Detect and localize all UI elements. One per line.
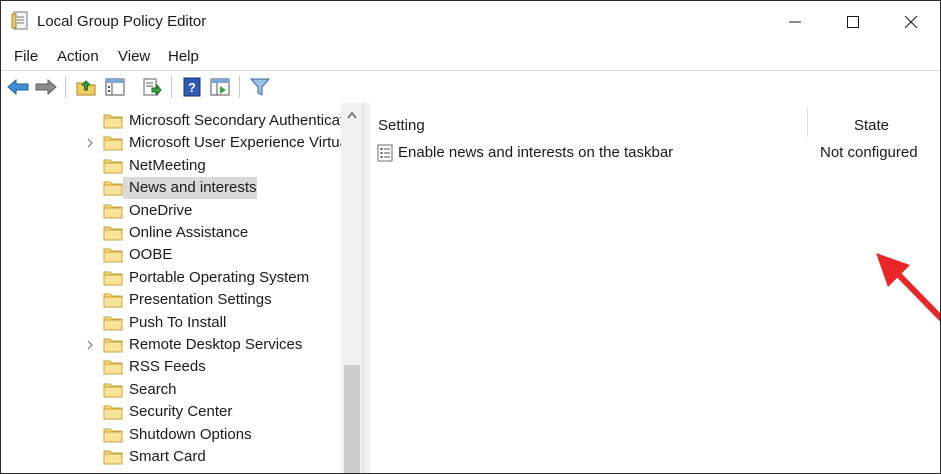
title-bar: Local Group Policy Editor — [1, 1, 940, 43]
tree-item[interactable]: OOBE — [1, 244, 341, 266]
folder-icon — [103, 450, 123, 465]
tree-item-label: OOBE — [129, 246, 173, 264]
folder-icon — [103, 360, 123, 375]
tree-item[interactable]: Microsoft Secondary Authenticat — [1, 110, 345, 132]
folder-icon — [103, 293, 123, 308]
filter-icon — [250, 78, 270, 96]
toolbar: ? — [1, 70, 940, 104]
tree-item-label: Push To Install — [129, 313, 227, 331]
menu-help[interactable]: Help — [168, 48, 199, 65]
forward-button[interactable] — [35, 77, 57, 97]
minimize-button[interactable] — [765, 1, 825, 43]
policy-editor-icon — [11, 11, 28, 30]
back-button[interactable] — [7, 77, 29, 97]
help-icon: ? — [183, 77, 201, 97]
menu-file[interactable]: File — [14, 48, 38, 65]
tree-item-label: Microsoft User Experience Virtua — [129, 134, 348, 152]
tree-item[interactable]: Online Assistance — [1, 222, 341, 244]
filter-button[interactable] — [249, 77, 271, 97]
svg-text:?: ? — [188, 80, 196, 95]
toolbar-separator — [171, 76, 172, 98]
tree-item-label: RSS Feeds — [129, 358, 206, 376]
show-hide-tree-button[interactable] — [104, 77, 126, 97]
folder-icon — [103, 226, 123, 241]
chevron-right-icon[interactable] — [85, 339, 95, 351]
folder-icon — [103, 316, 123, 331]
tree-item[interactable]: Security Center — [1, 401, 341, 423]
folder-icon — [103, 114, 123, 129]
tree-item-label: NetMeeting — [129, 156, 206, 174]
tree-item[interactable]: Shutdown Options — [1, 424, 341, 446]
menu-bar: File Action View Help — [1, 43, 940, 69]
menu-view[interactable]: View — [118, 48, 150, 65]
tree-item[interactable]: NetMeeting — [1, 155, 341, 177]
tree-item-label: OneDrive — [129, 201, 193, 219]
tree-item[interactable]: Search — [1, 379, 341, 401]
menu-action[interactable]: Action — [57, 48, 99, 65]
help-button[interactable]: ? — [181, 77, 203, 97]
app-window: Local Group Policy Editor File Action Vi… — [0, 0, 941, 474]
tree-item[interactable]: Push To Install — [1, 312, 341, 334]
back-arrow-icon — [7, 79, 29, 95]
folder-icon — [103, 428, 123, 443]
chevron-right-icon[interactable] — [85, 137, 95, 149]
folder-icon — [103, 204, 123, 219]
toolbar-separator — [239, 76, 240, 98]
maximize-button[interactable] — [823, 1, 883, 43]
policy-row[interactable]: Enable news and interests on the taskbar… — [370, 141, 940, 165]
tree-item[interactable]: OneDrive — [1, 200, 341, 222]
folder-icon — [103, 181, 123, 196]
policy-setting-state: Not configured — [820, 144, 918, 161]
folder-icon — [103, 405, 123, 420]
tree-item-label: News and interests — [129, 179, 257, 197]
tree-item[interactable]: Portable Operating System — [1, 267, 341, 289]
forward-arrow-icon — [35, 79, 57, 95]
export-list-button[interactable] — [141, 77, 163, 97]
up-folder-icon — [76, 80, 96, 96]
tree-item-label: Portable Operating System — [129, 268, 310, 286]
folder-icon — [103, 383, 123, 398]
up-one-level-button[interactable] — [75, 77, 97, 97]
tree-item[interactable]: Remote Desktop Services — [1, 334, 341, 356]
scrollbar-thumb[interactable] — [344, 365, 360, 473]
detail-pane: Setting State Enable news and interests … — [370, 103, 940, 473]
folder-icon — [103, 338, 123, 353]
policy-setting-icon — [377, 144, 393, 162]
scroll-up-arrow-icon[interactable] — [347, 111, 357, 119]
close-button[interactable] — [881, 1, 940, 43]
tree-item[interactable]: News and interests — [1, 177, 341, 200]
tree-item[interactable]: Microsoft User Experience Virtua — [1, 132, 348, 154]
tree-item-label: Security Center — [129, 403, 233, 421]
folder-icon — [103, 271, 123, 286]
annotation-arrow — [876, 253, 940, 322]
tree-scrollbar[interactable] — [341, 103, 363, 473]
policy-setting-name: Enable news and interests on the taskbar — [398, 144, 674, 161]
tree-item-label: Shutdown Options — [129, 425, 252, 443]
folder-icon — [103, 159, 123, 174]
tree-item[interactable]: Presentation Settings — [1, 289, 341, 311]
show-hide-tree-icon — [105, 78, 125, 96]
tree-item-label: Microsoft Secondary Authenticat — [129, 112, 345, 129]
tree-item-label: Smart Card — [129, 448, 206, 465]
export-list-icon — [143, 78, 162, 96]
close-icon — [905, 16, 917, 28]
tree-item[interactable]: Smart Card — [1, 446, 341, 468]
column-divider[interactable] — [807, 107, 808, 137]
tree-item-label: Remote Desktop Services — [129, 336, 303, 353]
properties-button[interactable] — [209, 77, 231, 97]
minimize-icon — [789, 21, 801, 23]
properties-icon — [210, 78, 230, 96]
tree-pane[interactable]: Microsoft Secondary Authenticat Microsoft… — [1, 103, 363, 473]
toolbar-separator — [65, 76, 66, 98]
tree-item-label: Online Assistance — [129, 224, 249, 241]
tree-item-label: Presentation Settings — [129, 291, 272, 309]
maximize-icon — [847, 16, 859, 28]
window-title: Local Group Policy Editor — [37, 13, 207, 30]
tree-item-label: Search — [129, 380, 177, 398]
folder-icon — [103, 136, 123, 151]
tree-item[interactable]: RSS Feeds — [1, 356, 341, 378]
folder-icon — [103, 248, 123, 263]
